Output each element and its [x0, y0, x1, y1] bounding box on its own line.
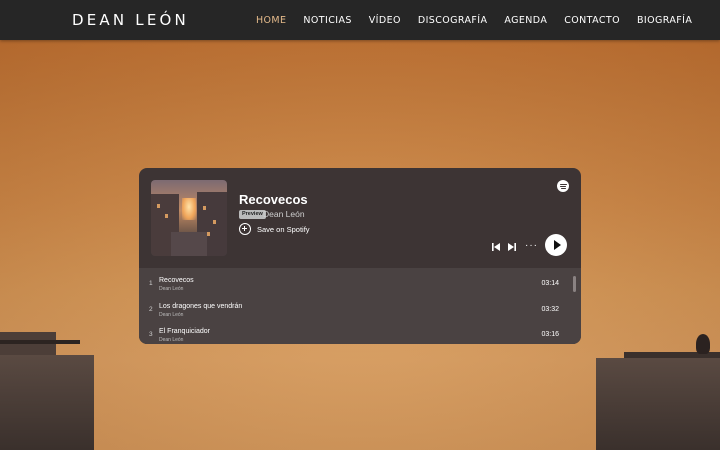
album-cover[interactable] — [151, 180, 227, 256]
track-number: 2 — [149, 306, 153, 313]
next-track-icon[interactable] — [507, 242, 517, 252]
tracklist-scrollbar[interactable] — [573, 276, 576, 292]
track-number: 1 — [149, 280, 153, 287]
save-on-spotify-label: Save on Spotify — [257, 224, 310, 234]
track-artist: Dean León — [159, 337, 184, 343]
track-artist: Dean León — [159, 286, 184, 292]
track-duration: 03:32 — [541, 306, 559, 313]
track-row[interactable]: 1 Recovecos Dean León 03:14 — [139, 268, 569, 293]
preview-badge: Preview — [239, 210, 266, 219]
track-name: El Franquiciador — [159, 328, 210, 335]
album-artist[interactable]: Dean León — [263, 209, 305, 219]
spotify-embed-player: Recovecos Preview Dean León Save on Spot… — [139, 168, 581, 344]
track-list: 1 Recovecos Dean León 03:14 2 Los dragon… — [139, 268, 581, 344]
background-building-left — [0, 355, 94, 450]
nav-item-agenda[interactable]: AGENDA — [504, 15, 547, 26]
nav-item-video[interactable]: VÍDEO — [369, 15, 401, 26]
site-logo[interactable]: DEAN LEÓN — [72, 11, 189, 29]
plus-circle-icon — [239, 223, 251, 235]
nav-item-contacto[interactable]: CONTACTO — [564, 15, 620, 26]
background-building-left-rail — [0, 340, 80, 344]
track-number: 3 — [149, 331, 153, 338]
more-options-icon[interactable]: ··· — [525, 240, 538, 251]
nav-item-noticias[interactable]: NOTICIAS — [303, 15, 351, 26]
track-duration: 03:14 — [541, 280, 559, 287]
save-on-spotify-button[interactable]: Save on Spotify — [239, 223, 310, 235]
track-name: Recovecos — [159, 277, 194, 284]
main-nav: HOME NOTICIAS VÍDEO DISCOGRAFÍA AGENDA C… — [256, 15, 709, 26]
track-artist: Dean León — [159, 312, 184, 318]
background-bird — [696, 334, 710, 354]
background-building-right — [596, 358, 720, 450]
track-row[interactable]: 2 Los dragones que vendrán Dean León 03:… — [139, 294, 569, 319]
play-button[interactable] — [545, 234, 567, 256]
spotify-logo-icon[interactable] — [557, 180, 569, 192]
nav-item-biografia[interactable]: BIOGRAFÍA — [637, 15, 692, 26]
track-row[interactable]: 3 El Franquiciador Dean León 03:16 — [139, 319, 569, 344]
track-name: Los dragones que vendrán — [159, 303, 243, 310]
nav-item-discografia[interactable]: DISCOGRAFÍA — [418, 15, 488, 26]
album-title[interactable]: Recovecos — [239, 192, 308, 207]
track-duration: 03:16 — [541, 331, 559, 338]
site-header: DEAN LEÓN HOME NOTICIAS VÍDEO DISCOGRAFÍ… — [0, 0, 720, 40]
nav-item-home[interactable]: HOME — [256, 15, 286, 26]
previous-track-icon[interactable] — [491, 242, 501, 252]
